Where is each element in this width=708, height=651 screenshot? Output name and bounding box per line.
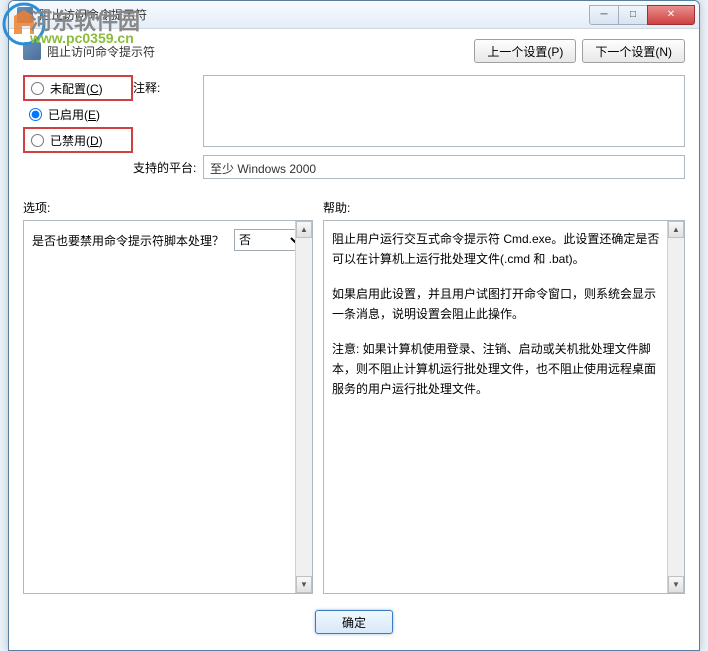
help-section-label: 帮助: <box>323 199 350 216</box>
maximize-button[interactable]: □ <box>618 5 648 25</box>
previous-setting-button[interactable]: 上一个设置(P) <box>474 39 576 63</box>
platform-label: 支持的平台: <box>133 155 203 179</box>
radio-enabled[interactable]: 已启用(E) <box>23 101 133 127</box>
scroll-down-icon[interactable]: ▼ <box>668 576 684 593</box>
window-icon <box>17 7 33 23</box>
platform-value: 至少 Windows 2000 <box>203 155 685 179</box>
help-scrollbar[interactable]: ▲ ▼ <box>667 221 684 593</box>
radio-enabled-label: 已启用(E) <box>48 106 100 123</box>
radio-enabled-input[interactable] <box>29 108 42 121</box>
comment-label: 注释: <box>133 75 203 147</box>
help-paragraph: 如果启用此设置，并且用户试图打开命令窗口，则系统会显示一条消息，说明设置会阻止此… <box>332 284 664 325</box>
window-title: 阻止访问命令提示符 <box>39 6 590 23</box>
help-panel: 阻止用户运行交互式命令提示符 Cmd.exe。此设置还确定是否可以在计算机上运行… <box>323 220 685 594</box>
help-paragraph: 注意: 如果计算机使用登录、注销、启动或关机批处理文件脚本，则不阻止计算机运行批… <box>332 339 664 400</box>
scroll-up-icon[interactable]: ▲ <box>296 221 312 238</box>
radio-disabled-input[interactable] <box>31 134 44 147</box>
scroll-down-icon[interactable]: ▼ <box>296 576 312 593</box>
titlebar: 阻止访问命令提示符 ─ □ ✕ <box>9 1 699 29</box>
ok-button[interactable]: 确定 <box>315 610 393 634</box>
radio-not-configured-label: 未配置(C) <box>50 80 103 97</box>
radio-disabled-label: 已禁用(D) <box>50 132 103 149</box>
comment-textarea[interactable] <box>203 75 685 147</box>
options-scrollbar[interactable]: ▲ ▼ <box>295 221 312 593</box>
options-section-label: 选项: <box>23 199 323 216</box>
minimize-button[interactable]: ─ <box>589 5 619 25</box>
radio-disabled[interactable]: 已禁用(D) <box>23 127 133 153</box>
options-panel: 是否也要禁用命令提示符脚本处理？ 否 ▲ ▼ <box>23 220 313 594</box>
options-question: 是否也要禁用命令提示符脚本处理？ <box>32 232 224 249</box>
dialog-window: 阻止访问命令提示符 ─ □ ✕ 阻止访问命令提示符 上一个设置(P) 下一个设置… <box>8 0 700 651</box>
next-setting-button[interactable]: 下一个设置(N) <box>582 39 685 63</box>
scroll-up-icon[interactable]: ▲ <box>668 221 684 238</box>
policy-icon <box>23 42 41 60</box>
radio-group: 未配置(C) 已启用(E) 已禁用(D) <box>23 75 133 179</box>
help-paragraph: 阻止用户运行交互式命令提示符 Cmd.exe。此设置还确定是否可以在计算机上运行… <box>332 229 664 270</box>
policy-title: 阻止访问命令提示符 <box>47 43 468 60</box>
options-select[interactable]: 否 <box>234 229 304 251</box>
close-button[interactable]: ✕ <box>647 5 695 25</box>
radio-not-configured[interactable]: 未配置(C) <box>23 75 133 101</box>
radio-not-configured-input[interactable] <box>31 82 44 95</box>
